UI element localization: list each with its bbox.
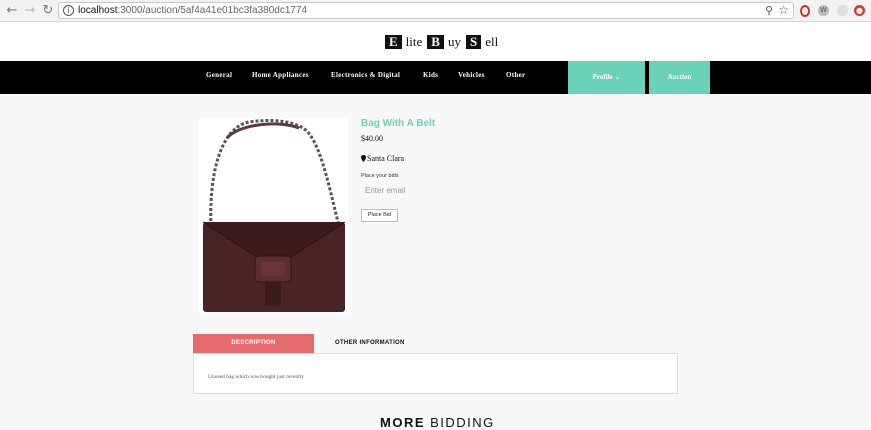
product-location: Santa Clara [361,154,404,163]
logo-initial-b: B [427,35,444,49]
logo-initial-e: E [385,35,402,49]
product-price: $40.00 [361,134,383,143]
nav-item-kids[interactable]: Kids [423,71,438,79]
logo-rest-b: uy [447,34,461,49]
product-title: Bag With A Belt [361,118,436,129]
site-header: Elite Buy Sell [0,22,871,61]
back-icon[interactable]: ← [4,3,20,19]
browser-toolbar: ← → ↻ i localhost:3000/auction/5af4a41e0… [0,0,871,22]
place-bid-button[interactable]: Place Bid [361,209,398,222]
logo-initial-s: S [465,35,482,49]
email-field[interactable] [361,183,481,198]
address-bar[interactable]: i localhost:3000/auction/5af4a41e01bc3fa… [58,2,794,19]
map-pin-icon [361,155,366,162]
site-logo[interactable]: Elite Buy Sell [385,34,503,49]
description-panel: Unused bag which was bought just recentl… [193,353,678,394]
product-image [199,118,348,314]
tab-other-information[interactable]: OTHER INFORMATION [335,334,405,353]
bids-label: Place your bids [361,173,399,179]
bookmark-star-icon[interactable]: ☆ [778,3,789,17]
url-host: localhost [78,5,118,16]
leaf-extension-icon[interactable] [837,5,848,16]
auction-button[interactable]: Auction [649,61,710,94]
reload-icon[interactable]: ↻ [40,3,56,19]
red-extension-icon[interactable]: ● [854,5,865,16]
nav-item-general[interactable]: General [206,71,232,79]
tab-description[interactable]: DESCRIPTION [193,334,314,353]
opera-extension-icon[interactable] [800,5,810,17]
nav-item-home-appliances[interactable]: Home Appliances [252,71,309,79]
location-text: Santa Clara [367,154,405,163]
url-text[interactable]: localhost:3000/auction/5af4a41e01bc3fa38… [78,5,307,16]
nav-item-vehicles[interactable]: Vehicles [458,71,485,79]
zoom-icon[interactable]: ⚲ [765,4,773,17]
nav-item-other[interactable]: Other [506,71,525,79]
profile-dropdown[interactable]: Profile ⌄ [568,61,645,94]
nav-item-electronics[interactable]: Electronics & Digital [331,71,400,79]
forward-icon[interactable]: → [22,3,38,19]
info-icon[interactable]: i [63,5,74,16]
url-path: :3000/auction/5af4a41e01bc3fa380dc1774 [117,5,308,16]
w-extension-icon[interactable]: W [818,5,829,16]
main-nav: General Home Appliances Electronics & Di… [0,61,871,94]
logo-rest-e: lite [405,34,423,49]
logo-rest-s: ell [485,34,499,49]
description-text: Unused bag which was bought just recentl… [208,374,304,380]
